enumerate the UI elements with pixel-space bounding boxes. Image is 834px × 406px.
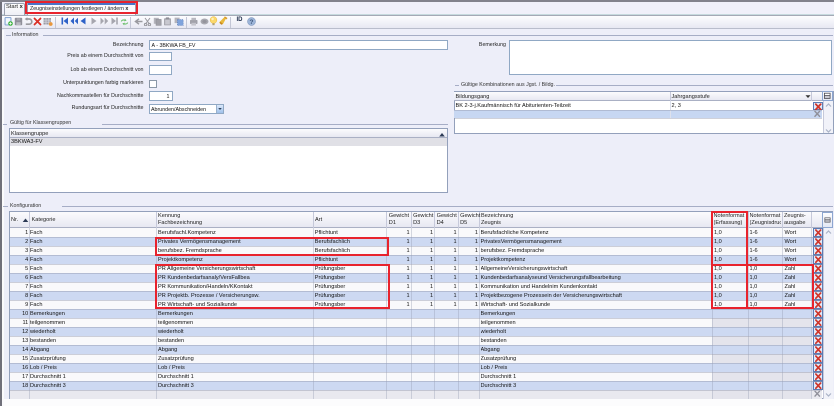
svg-text:?: ? — [249, 18, 253, 25]
